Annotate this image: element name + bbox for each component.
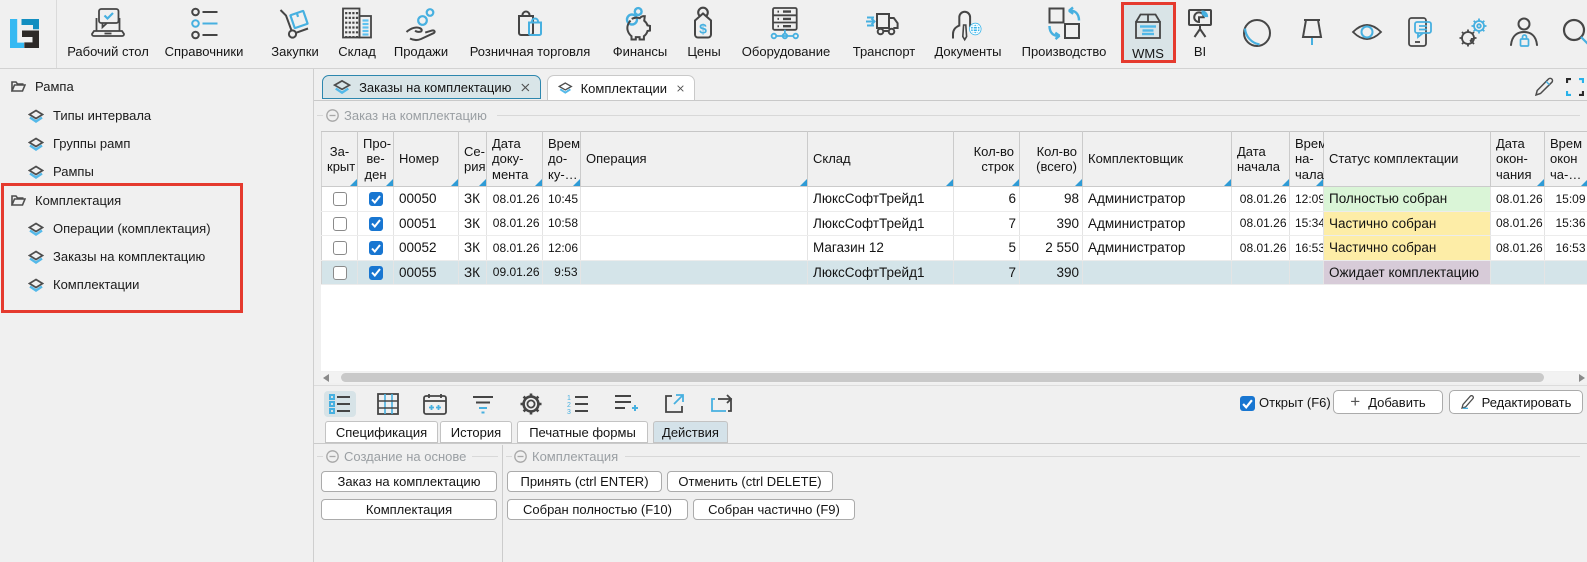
- svg-text:1: 1: [567, 395, 571, 402]
- svg-text:3: 3: [567, 409, 571, 414]
- svg-text:2: 2: [567, 402, 571, 409]
- svg-text:$: $: [699, 21, 707, 37]
